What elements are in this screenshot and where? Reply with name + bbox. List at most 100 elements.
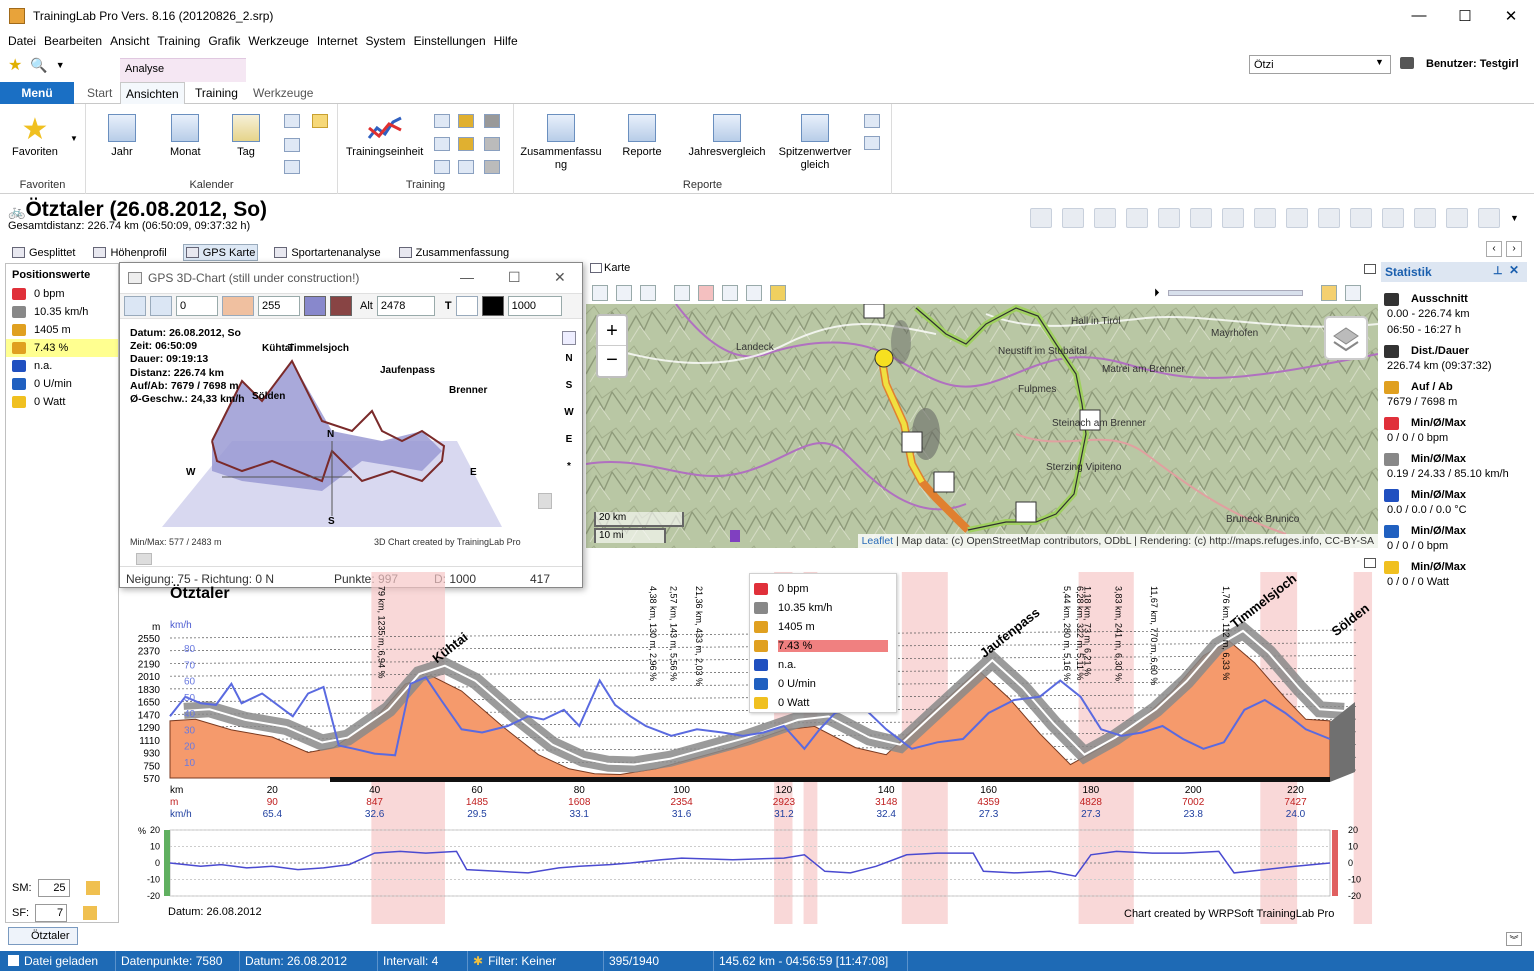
qat-dropdown-icon[interactable]: ▼ — [56, 60, 65, 70]
sigma-icon[interactable] — [1062, 208, 1084, 228]
star-icon[interactable]: ★ — [8, 55, 22, 75]
fit-icon[interactable] — [592, 285, 608, 301]
export-icon[interactable] — [284, 160, 300, 174]
layers-button[interactable] — [1324, 316, 1368, 360]
mountain-icon[interactable] — [458, 114, 474, 128]
jahr-button[interactable]: Jahr — [108, 114, 136, 159]
copy-icon[interactable] — [562, 331, 576, 345]
record-icon[interactable] — [698, 285, 714, 301]
tab-gesplittet[interactable]: Gesplittet — [10, 244, 77, 261]
tab-sportartenanalyse[interactable]: Sportartenanalyse — [272, 244, 382, 261]
jahresvergleich-button[interactable]: Jahresvergleich — [684, 114, 770, 159]
tab-werkzeuge[interactable]: Werkzeuge — [248, 82, 318, 104]
upload-icon[interactable] — [746, 285, 762, 301]
menu-grafik[interactable]: Grafik — [204, 34, 244, 48]
favoriten-button[interactable]: ★ Favoriten — [12, 114, 58, 159]
current-position-marker[interactable] — [874, 348, 894, 368]
side-s[interactable]: S — [558, 372, 580, 399]
reporte-button[interactable]: Reporte — [614, 114, 670, 159]
bar-icon[interactable] — [434, 114, 450, 128]
map-settings-icon[interactable] — [1344, 285, 1361, 301]
sm-input[interactable]: 25 — [37, 879, 70, 897]
zoom-view-icon[interactable] — [1446, 208, 1468, 228]
altitude-map-icon[interactable] — [770, 285, 786, 301]
timmelsjoch-marker[interactable] — [901, 431, 923, 453]
temperature-view-icon[interactable] — [1382, 208, 1404, 228]
power-view-icon[interactable] — [1286, 208, 1308, 228]
run-icon[interactable] — [458, 160, 474, 174]
sm-lock-icon[interactable] — [85, 881, 100, 895]
people-icon[interactable] — [434, 160, 450, 174]
speed-view-icon[interactable] — [1158, 208, 1180, 228]
person-view-icon[interactable] — [1350, 208, 1372, 228]
tab-training[interactable]: Training — [190, 82, 243, 104]
battery-view-icon[interactable] — [1414, 208, 1436, 228]
table-view-icon[interactable] — [1030, 208, 1052, 228]
stats-icon[interactable] — [434, 137, 450, 151]
tab-next-button[interactable]: › — [1506, 241, 1522, 257]
window-3d-maximize[interactable]: ☐ — [508, 269, 521, 286]
weather-view-icon[interactable] — [1318, 208, 1340, 228]
side-e[interactable]: E — [558, 426, 580, 453]
minimize-button[interactable]: — — [1396, 0, 1442, 31]
side-w[interactable]: W — [558, 399, 580, 426]
scroll-thumb-v[interactable] — [538, 493, 552, 509]
pin-icon[interactable] — [674, 285, 690, 301]
favoriten-dropdown-icon[interactable]: ▼ — [70, 134, 78, 143]
list-icon[interactable] — [284, 114, 300, 128]
menu-einstellungen[interactable]: Einstellungen — [410, 34, 490, 48]
folder-icon[interactable] — [312, 114, 328, 128]
side-n[interactable]: N — [558, 345, 580, 372]
heart-view-icon[interactable] — [1126, 208, 1148, 228]
window-3d-close[interactable]: ✕ — [554, 269, 566, 286]
list2-icon[interactable] — [484, 160, 500, 174]
altitude-view-icon[interactable] — [1222, 208, 1244, 228]
profile-maximize-button[interactable] — [1364, 558, 1376, 568]
pass-marker[interactable] — [1015, 501, 1037, 523]
trainingseinheit-button[interactable]: Trainingseinheit — [346, 114, 423, 159]
menu-datei[interactable]: Datei — [4, 34, 40, 48]
house-icon[interactable] — [1320, 285, 1337, 301]
camera-map-icon[interactable] — [722, 285, 738, 301]
sf-lock-icon[interactable] — [83, 906, 98, 920]
zusammenfassung-button[interactable]: Zusammenfassu ng — [518, 114, 604, 172]
close-panel-icon[interactable]: ✕ — [1509, 263, 1519, 277]
combo-chevron-icon[interactable]: ▼ — [1375, 57, 1384, 67]
menu-bearbeiten[interactable]: Bearbeiten — [40, 34, 106, 48]
pin-panel-icon[interactable]: ⊥ — [1493, 264, 1503, 277]
zoom-out-map-icon[interactable] — [640, 285, 656, 301]
search-doc-icon[interactable]: 🔍 — [30, 57, 47, 74]
angle-input[interactable] — [258, 296, 300, 316]
tab-gps-karte[interactable]: GPS Karte — [182, 244, 259, 261]
menu-training[interactable]: Training — [153, 34, 204, 48]
tab-zusammenfassung[interactable]: Zusammenfassung — [397, 244, 512, 261]
jaufenpass-marker[interactable] — [933, 471, 955, 493]
table-icon[interactable] — [284, 138, 300, 152]
color2-swatch[interactable] — [330, 296, 352, 316]
color1-swatch[interactable] — [304, 296, 326, 316]
map-canvas[interactable]: Landeck Hall in Tirol Mayrhofen Neustift… — [586, 304, 1378, 548]
warning-marker[interactable] — [863, 304, 885, 319]
tool-profile-icon[interactable] — [222, 296, 254, 316]
size-input[interactable] — [507, 296, 562, 316]
document-tab-oetztaler[interactable]: Ötztaler — [8, 927, 78, 945]
playback-slider[interactable] — [1167, 290, 1303, 296]
tab-hoehenprofil[interactable]: Höhenprofil — [91, 244, 168, 261]
toolbar-dropdown-icon[interactable]: ▼ — [1510, 208, 1519, 228]
settings-icon[interactable] — [864, 136, 880, 150]
tab-start[interactable]: Start — [82, 82, 117, 104]
tool-rotate-icon[interactable] — [150, 296, 172, 316]
grid-icon[interactable] — [864, 114, 880, 128]
monat-button[interactable]: Monat — [170, 114, 201, 159]
alt-input[interactable] — [376, 296, 435, 316]
spitzenwertvergleich-button[interactable]: Spitzenwertver gleich — [774, 114, 856, 172]
side-star[interactable]: * — [558, 453, 580, 480]
rotation-input[interactable] — [176, 296, 218, 316]
camera-icon[interactable] — [484, 114, 500, 128]
map-maximize-button[interactable] — [1364, 264, 1376, 274]
zoom-in-map-icon[interactable] — [616, 285, 632, 301]
slope-icon[interactable] — [458, 137, 474, 151]
gradient-view-icon[interactable] — [1254, 208, 1276, 228]
menu-internet[interactable]: Internet — [313, 34, 362, 48]
close-button[interactable]: ✕ — [1488, 0, 1534, 31]
